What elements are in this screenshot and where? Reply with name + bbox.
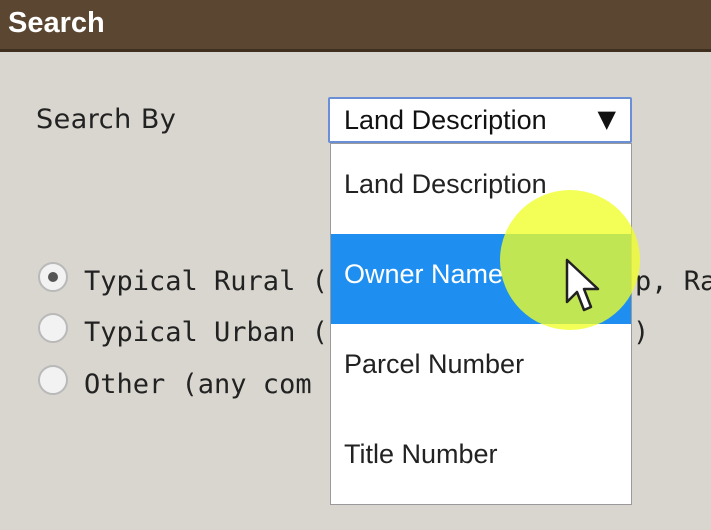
dropdown-option-label: Land Description	[344, 169, 547, 199]
radio-label-other: Other (any com	[84, 369, 312, 400]
radio-label-typical-urban-tail: )	[633, 317, 650, 348]
dropdown-arrow-icon: ▼	[597, 105, 616, 133]
header-title: Search	[8, 7, 105, 39]
search-by-label: Search By	[36, 104, 177, 135]
radio-other[interactable]	[38, 365, 68, 395]
radio-option-typical-urban[interactable]: Typical Urban (i	[38, 313, 344, 353]
dropdown-option-label: Title Number	[344, 439, 498, 469]
dropdown-option-parcel-number[interactable]: Parcel Number	[331, 324, 631, 414]
radio-label-typical-urban: Typical Urban (i	[84, 317, 345, 348]
mouse-pointer-icon	[565, 258, 600, 312]
radio-typical-rural[interactable]	[38, 262, 68, 292]
dropdown-option-title-number[interactable]: Title Number	[331, 414, 631, 504]
search-header: Search	[0, 0, 711, 52]
dropdown-option-label: Owner Name	[344, 259, 504, 289]
radio-label-typical-rural-tail: p, Ra	[635, 266, 711, 297]
search-by-select[interactable]: Land Description ▼	[328, 97, 632, 143]
radio-option-typical-rural[interactable]: Typical Rural (i.e	[38, 262, 377, 302]
radio-typical-urban[interactable]	[38, 313, 68, 343]
dropdown-option-label: Parcel Number	[344, 349, 525, 379]
radio-option-other[interactable]: Other (any com	[38, 365, 338, 405]
search-by-selected-value: Land Description	[344, 105, 547, 135]
search-page: Search Search By Land Description ▼ Typi…	[0, 0, 711, 530]
